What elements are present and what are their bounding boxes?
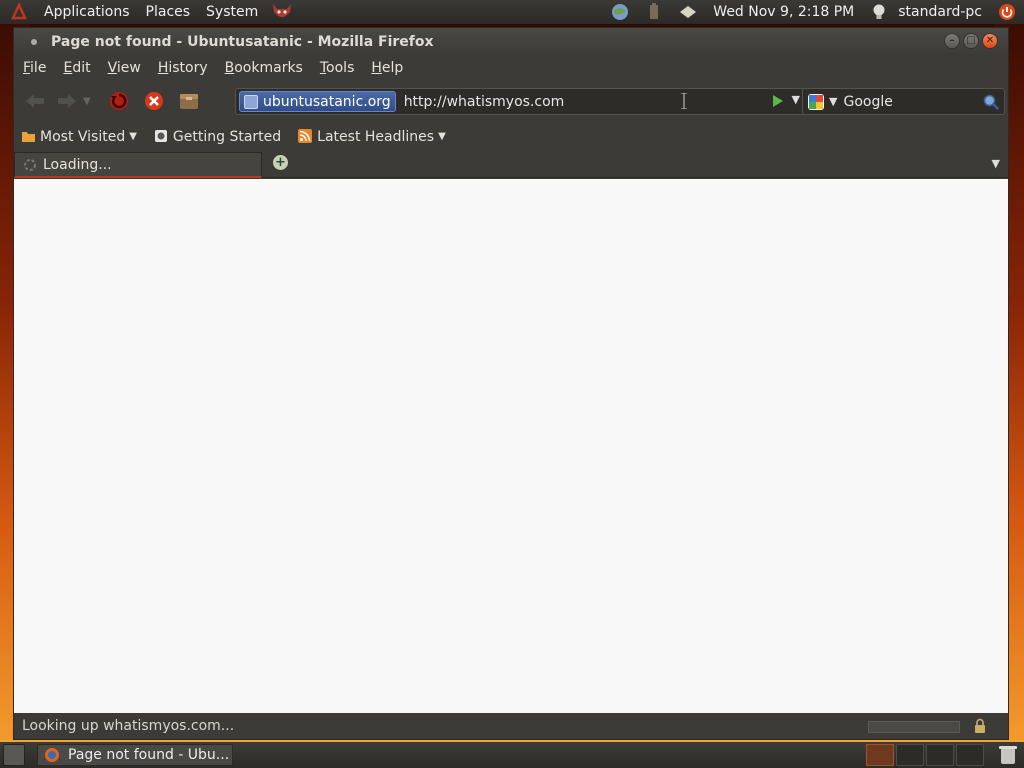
tab-bar: Loading... + ▼ [14,152,1008,178]
tab-list-dropdown-icon[interactable]: ▼ [992,157,1000,170]
chevron-down-icon: ▼ [438,131,446,142]
user-menu[interactable]: standard-pc [896,4,990,20]
site-identity-button[interactable]: ubuntusatanic.org [239,91,396,112]
battery-icon[interactable] [643,1,665,23]
places-menu[interactable]: Places [138,4,199,20]
show-desktop-button[interactable] [3,744,25,766]
home-button[interactable] [175,87,203,115]
navigation-toolbar: ▼ ubuntusatanic.org http://whatismyos.co… [14,81,1008,121]
menu-help[interactable]: Help [371,60,403,76]
folder-icon [21,129,36,144]
clock[interactable]: Wed Nov 9, 2:18 PM [705,4,862,20]
back-button[interactable] [21,87,49,115]
trash-icon[interactable] [998,744,1020,766]
menu-tools[interactable]: Tools [320,60,355,76]
new-tab-button[interactable]: + [273,155,288,170]
bookmark-most-visited[interactable]: Most Visited ▼ [21,129,137,145]
magnifier-icon[interactable] [982,93,1000,115]
reload-button[interactable] [105,87,133,115]
workspace-switcher[interactable] [866,744,984,766]
window-titlebar[interactable]: Page not found - Ubuntusatanic - Mozilla… [14,28,1008,55]
bookmark-getting-started[interactable]: Getting Started [154,129,281,145]
maximize-button[interactable]: □ [963,33,979,49]
menubar: File Edit View History Bookmarks Tools H… [14,55,1008,81]
workspace-1[interactable] [866,744,894,766]
url-history-dropdown-icon[interactable]: ▼ [792,93,800,106]
chevron-down-icon: ▼ [129,131,137,142]
firefox-window: Page not found - Ubuntusatanic - Mozilla… [13,27,1009,740]
search-engine-dropdown-icon[interactable]: ▼ [829,95,837,108]
lock-icon[interactable] [972,718,988,734]
menu-view[interactable]: View [108,60,141,76]
forward-button[interactable] [53,87,81,115]
devil-launcher-icon[interactable] [270,2,294,22]
mail-icon[interactable] [677,1,699,23]
loading-spinner-icon [23,158,37,172]
applications-menu[interactable]: Applications [36,4,138,20]
workspace-4[interactable] [956,744,984,766]
tab-loading[interactable]: Loading... [14,152,262,178]
bookmarks-toolbar: Most Visited ▼ Getting Started Latest He… [14,121,1008,152]
url-input[interactable]: http://whatismyos.com [404,94,565,110]
site-identity-label: ubuntusatanic.org [263,93,391,110]
workspace-2[interactable] [896,744,924,766]
search-bar[interactable]: ▼ Google [802,88,1005,115]
ubuntu-logo-icon[interactable] [8,1,30,23]
progress-bar [868,721,960,733]
search-input[interactable]: Google [843,94,892,110]
firefox-icon [44,747,60,763]
system-menu[interactable]: System [198,4,266,20]
menu-history[interactable]: History [158,60,208,76]
firefox-icon [154,129,169,144]
tab-title: Loading... [43,156,112,173]
close-button[interactable]: ✕ [982,33,998,49]
task-label: Page not found - Ubu... [68,747,230,763]
window-menu-icon[interactable] [31,38,37,45]
globe-icon[interactable] [609,1,631,23]
menu-edit[interactable]: Edit [63,60,90,76]
power-icon[interactable] [996,1,1018,23]
bookmark-label: Most Visited [40,128,126,145]
status-bar: Looking up whatismyos.com... [14,713,1008,739]
google-engine-icon[interactable] [807,93,825,111]
menu-file[interactable]: File [23,60,46,76]
bookmark-label: Latest Headlines [317,128,435,145]
page-content[interactable] [14,179,1008,714]
url-bar[interactable]: ubuntusatanic.org http://whatismyos.com … [235,88,807,115]
text-cursor-icon [681,92,687,110]
bottom-panel: Page not found - Ubu... [0,742,1024,768]
bookmark-latest-headlines[interactable]: Latest Headlines ▼ [298,129,446,145]
top-panel: Applications Places System Wed Nov 9, 2:… [0,0,1024,24]
user-bulb-icon [868,1,890,23]
bookmark-label: Getting Started [172,128,282,145]
menu-bookmarks[interactable]: Bookmarks [225,60,303,76]
taskbar-firefox-button[interactable]: Page not found - Ubu... [37,744,233,766]
window-title: Page not found - Ubuntusatanic - Mozilla… [51,33,434,50]
go-arrow-icon[interactable] [772,94,784,112]
workspace-3[interactable] [926,744,954,766]
history-dropdown-icon[interactable]: ▼ [83,96,95,107]
site-favicon-icon [244,94,258,109]
status-text: Looking up whatismyos.com... [22,718,235,734]
stop-button[interactable] [140,87,168,115]
minimize-button[interactable]: – [944,33,960,49]
rss-icon [298,129,313,144]
